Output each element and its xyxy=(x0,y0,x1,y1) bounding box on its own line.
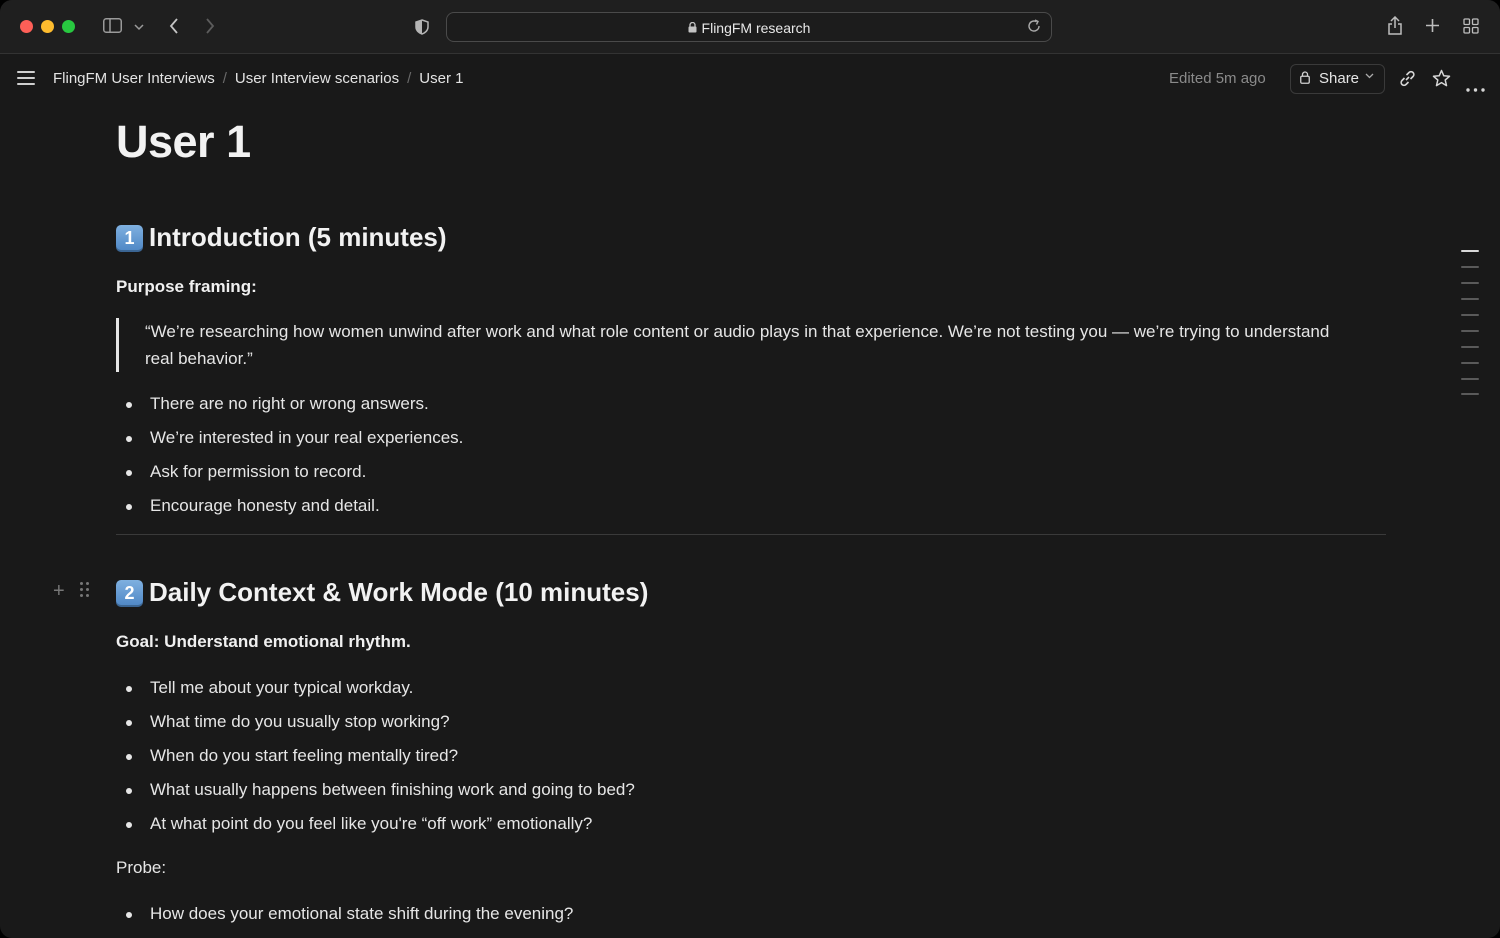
add-block-icon[interactable]: + xyxy=(53,580,65,603)
breadcrumb-separator: / xyxy=(407,70,412,87)
purpose-framing-label[interactable]: Purpose framing: xyxy=(116,277,257,297)
menu-icon[interactable] xyxy=(17,71,35,85)
list-item[interactable]: Encourage honesty and detail. xyxy=(126,496,380,516)
list-item[interactable]: We’re interested in your real experience… xyxy=(125,428,463,448)
more-icon[interactable] xyxy=(1466,77,1485,95)
address-bar[interactable]: FlingFM research xyxy=(446,12,1052,42)
list-item[interactable]: Tell me about your typical workday. xyxy=(125,678,413,698)
keycap-two-icon: 2 xyxy=(116,580,143,607)
chevron-down-icon[interactable] xyxy=(134,20,144,36)
reload-icon[interactable] xyxy=(1027,19,1041,37)
address-text: FlingFM research xyxy=(701,20,811,36)
list-item[interactable]: What usually happens between finishing w… xyxy=(126,780,635,800)
chevron-down-icon xyxy=(1365,71,1374,82)
drag-handle-icon[interactable] xyxy=(80,582,90,600)
lock-icon xyxy=(1300,71,1310,87)
share-button[interactable]: Share xyxy=(1290,64,1385,94)
list-item[interactable]: What time do you usually stop working? xyxy=(126,712,450,732)
star-icon[interactable] xyxy=(1432,69,1451,91)
breadcrumb-item-current[interactable]: User 1 xyxy=(419,70,463,87)
purpose-quote[interactable]: “We’re researching how women unwind afte… xyxy=(116,318,1356,372)
minimize-window-button[interactable] xyxy=(41,20,54,33)
list-item[interactable]: At what point do you feel like you're “o… xyxy=(125,814,592,834)
breadcrumb: FlingFM User Interviews / User Interview s… xyxy=(53,70,463,87)
link-icon[interactable] xyxy=(1398,69,1417,91)
zoom-window-button[interactable] xyxy=(62,20,75,33)
goal-label[interactable]: Goal: Understand emotional rhythm. xyxy=(116,632,411,652)
section-heading-introduction[interactable]: 1 Introduction (5 minutes) xyxy=(116,222,447,253)
tab-overview-icon[interactable] xyxy=(1463,18,1479,38)
lock-icon xyxy=(688,20,697,36)
breadcrumb-item-workspace[interactable]: FlingFM User Interviews xyxy=(53,70,215,87)
edited-timestamp: Edited 5m ago xyxy=(1169,70,1266,87)
browser-window: FlingFM research FlingFM User Interviews… xyxy=(0,0,1500,938)
breadcrumb-separator: / xyxy=(222,70,227,87)
forward-icon[interactable] xyxy=(205,18,215,38)
browser-toolbar: FlingFM research xyxy=(0,0,1500,54)
section-heading-text: Introduction (5 minutes) xyxy=(149,222,447,252)
breadcrumb-item-scenarios[interactable]: User Interview scenarios xyxy=(235,70,399,87)
page-title[interactable]: User 1 xyxy=(116,116,251,168)
keycap-one-icon: 1 xyxy=(116,225,143,252)
divider xyxy=(116,534,1386,535)
page-header: FlingFM User Interviews / User Interview s… xyxy=(0,55,1500,103)
list-item[interactable]: There are no right or wrong answers. xyxy=(126,394,429,414)
back-icon[interactable] xyxy=(169,18,179,38)
section-heading-text: Daily Context & Work Mode (10 minutes) xyxy=(149,577,649,607)
list-item[interactable]: Ask for permission to record. xyxy=(125,462,366,482)
probe-label[interactable]: Probe: xyxy=(116,858,166,878)
share-button-label: Share xyxy=(1319,70,1360,87)
new-tab-icon[interactable] xyxy=(1425,18,1440,37)
section-heading-daily-context[interactable]: 2 Daily Context & Work Mode (10 minutes) xyxy=(116,577,648,608)
list-item[interactable]: How does your emotional state shift duri… xyxy=(125,904,573,924)
sidebar-toggle-icon[interactable] xyxy=(103,18,122,37)
list-item[interactable]: When do you start feeling mentally tired… xyxy=(125,746,458,766)
close-window-button[interactable] xyxy=(20,20,33,33)
share-icon[interactable] xyxy=(1387,15,1403,39)
shield-icon[interactable] xyxy=(415,19,429,39)
